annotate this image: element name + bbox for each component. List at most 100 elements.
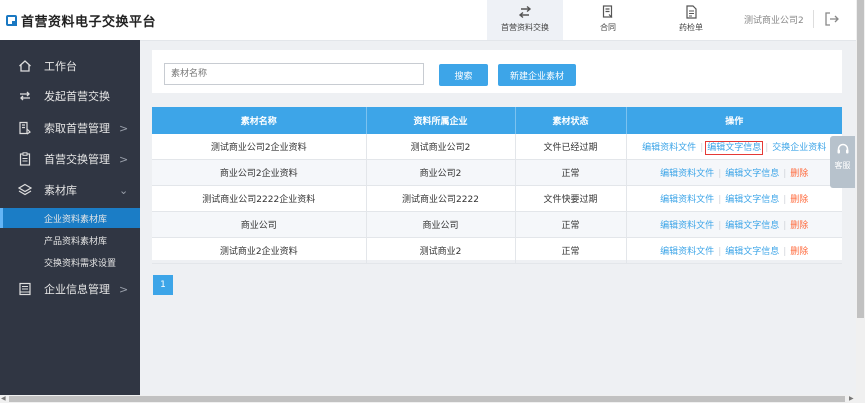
material-name: 测试商业公司2企业资料 [152, 134, 367, 160]
material-status: 正常 [515, 237, 627, 264]
exchange-icon [20, 91, 30, 101]
sidebar-item-workbench[interactable]: 工作台 [0, 52, 140, 80]
material-name: 商业公司 [152, 211, 367, 238]
app-title: 首营资料电子交换平台 [21, 15, 157, 30]
exchange-material-link[interactable]: 交换企业资料 [772, 143, 826, 153]
material-company: 测试商业2 [366, 237, 516, 264]
search-input[interactable] [164, 63, 424, 85]
edit-text-link[interactable]: 编辑文字信息 [725, 195, 779, 205]
material-company: 商业公司 [366, 211, 516, 238]
row-actions: 编辑资料文件 | 编辑文字信息 | 删除 [626, 185, 842, 212]
chevron-right-icon: > [119, 121, 129, 135]
sidebar-item-label: 发起首营交换 [44, 90, 110, 103]
new-material-button[interactable]: 新建企业素材 [498, 64, 576, 86]
layers-icon [18, 183, 32, 196]
vertical-scrollbar[interactable] [856, 0, 865, 395]
page-button-current[interactable]: 1 [153, 275, 173, 295]
table-row: 测试商业公司2222企业资料 测试商业公司2222 文件快要过期 编辑资料文件 |… [152, 185, 842, 212]
edit-file-link[interactable]: 编辑资料文件 [660, 195, 714, 205]
sidebar-sub-label: 产品资料素材库 [44, 237, 108, 247]
logo-icon [6, 15, 17, 26]
sidebar-item-label: 索取首营管理 [44, 122, 110, 135]
edit-text-link[interactable]: 编辑文字信息 [725, 221, 779, 231]
scroll-right-icon[interactable]: ▶ [849, 395, 854, 402]
edit-text-link[interactable]: 编辑文字信息 [705, 141, 764, 155]
edit-file-link[interactable]: 编辑资料文件 [660, 221, 714, 231]
document-icon [686, 5, 697, 19]
divider: | [765, 143, 769, 153]
sidebar-item-label: 工作台 [44, 60, 77, 73]
row-actions: 编辑资料文件 | 编辑文字信息 | 删除 [626, 211, 842, 238]
column-header: 素材名称 [152, 107, 367, 134]
sidebar-sub-label: 交换资料需求设置 [44, 259, 117, 269]
divider: | [718, 247, 722, 257]
edit-file-link[interactable]: 编辑资料文件 [660, 169, 714, 179]
material-company: 商业公司2 [366, 159, 516, 186]
topnav-exchange[interactable]: 首营资料交换 [487, 0, 563, 40]
delete-link[interactable]: 删除 [790, 169, 808, 179]
chevron-down-icon: ⌄ [119, 183, 129, 197]
sidebar-sub-exchange-requirement[interactable]: 交换资料需求设置 [0, 252, 140, 272]
material-name: 测试商业2企业资料 [152, 237, 367, 264]
sidebar-item-request-manage[interactable]: 索取首营管理 > [0, 114, 140, 142]
delete-link[interactable]: 删除 [790, 221, 808, 231]
divider: | [718, 221, 722, 231]
horizontal-scrollbar[interactable]: ◀ ▶ [0, 395, 865, 403]
divider: | [783, 247, 787, 257]
topnav-inspection[interactable]: 药检单 [653, 0, 729, 40]
customer-service-label: 客服 [834, 161, 851, 170]
divider [813, 10, 814, 28]
chevron-right-icon: > [119, 152, 129, 166]
topnav-contract[interactable]: 合同 [570, 0, 646, 40]
topnav-inspection-label: 药检单 [679, 23, 703, 32]
row-actions: 编辑资料文件 | 编辑文字信息 | 删除 [626, 159, 842, 186]
search-panel: 搜索 新建企业素材 [152, 50, 842, 93]
headset-icon [837, 143, 848, 154]
swap-icon [518, 5, 532, 19]
divider: | [718, 195, 722, 205]
table-row: 商业公司2企业资料 商业公司2 正常 编辑资料文件 | 编辑文字信息 | 删除 [152, 159, 842, 186]
edit-text-link[interactable]: 编辑文字信息 [725, 247, 779, 257]
table-row: 测试商业公司2企业资料 测试商业公司2 文件已经过期 编辑资料文件 | 编辑文字信息… [152, 134, 842, 160]
scrollbar-thumb[interactable] [857, 0, 864, 318]
edit-file-link[interactable]: 编辑资料文件 [642, 143, 696, 153]
divider: | [783, 169, 787, 179]
sidebar-item-label: 首营交换管理 [44, 153, 110, 166]
column-header: 资料所属企业 [366, 107, 516, 134]
sidebar-item-company-info[interactable]: 企业信息管理 > [0, 275, 140, 303]
delete-link[interactable]: 删除 [790, 195, 808, 205]
request-icon [19, 121, 31, 135]
company-icon [19, 282, 31, 296]
sidebar-sub-product-material[interactable]: 产品资料素材库 [0, 230, 140, 250]
material-name: 测试商业公司2222企业资料 [152, 185, 367, 212]
chevron-right-icon: > [119, 282, 129, 296]
sidebar-sub-label: 企业资料素材库 [44, 215, 108, 225]
material-status: 文件已经过期 [515, 134, 627, 160]
search-button[interactable]: 搜索 [439, 64, 488, 86]
customer-service-widget[interactable]: 客服 [830, 136, 855, 188]
row-actions: 编辑资料文件 | 编辑文字信息 | 交换企业资料 [626, 134, 842, 160]
column-header: 素材状态 [515, 107, 627, 134]
user-name[interactable]: 测试商业公司2 [744, 13, 804, 26]
sidebar-item-material-library[interactable]: 素材库 ⌄ [0, 176, 140, 204]
contract-icon [602, 5, 613, 18]
edit-text-link[interactable]: 编辑文字信息 [725, 169, 779, 179]
edit-file-link[interactable]: 编辑资料文件 [660, 247, 714, 257]
sidebar-item-label: 企业信息管理 [44, 283, 110, 296]
app-logo: 首营资料电子交换平台 [6, 11, 156, 30]
delete-link[interactable]: 删除 [790, 247, 808, 257]
scroll-left-icon[interactable]: ◀ [1, 395, 6, 402]
sidebar: 工作台 发起首营交换 索取首营管理 > 首营交换管理 > 素材库 ⌄ 企业资料素… [0, 40, 140, 395]
sidebar-item-exchange-manage[interactable]: 首营交换管理 > [0, 145, 140, 173]
scrollbar-thumb[interactable] [9, 396, 845, 402]
logout-icon[interactable] [824, 11, 840, 27]
material-name: 商业公司2企业资料 [152, 159, 367, 186]
topnav-exchange-label: 首营资料交换 [501, 23, 549, 32]
row-actions: 编辑资料文件 | 编辑文字信息 | 删除 [626, 237, 842, 264]
material-company: 测试商业公司2222 [366, 185, 516, 212]
home-icon [19, 60, 31, 72]
sidebar-item-start-exchange[interactable]: 发起首营交换 [0, 82, 140, 110]
sidebar-sub-company-material[interactable]: 企业资料素材库 [0, 208, 140, 228]
divider: | [783, 221, 787, 231]
sidebar-item-label: 素材库 [44, 184, 77, 197]
